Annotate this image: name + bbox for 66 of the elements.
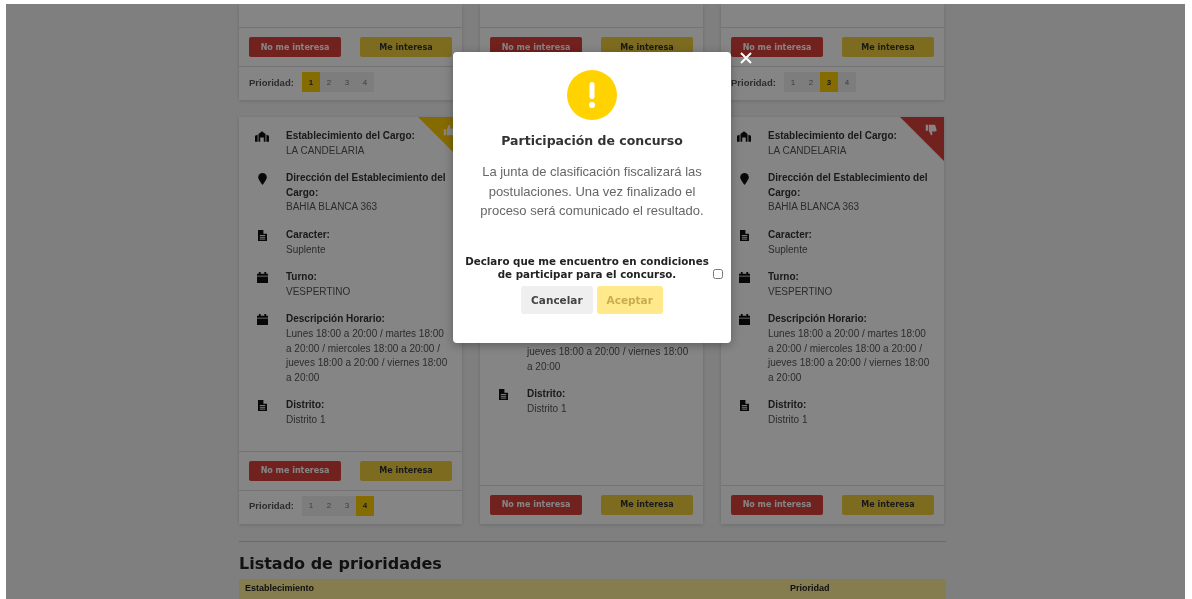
not-interested-button[interactable]: No me interesa [731, 494, 823, 515]
cancel-button[interactable]: Cancelar [521, 285, 593, 314]
field-label: Descripción Horario: [768, 312, 868, 327]
field-value: Distrito 1 [527, 401, 568, 416]
thumbs-down-icon [925, 124, 937, 136]
calendar-icon [738, 272, 750, 284]
field-label: Distrito: [286, 398, 326, 413]
field-value: LA CANDELARIA [768, 143, 848, 158]
field-label: Descripción Horario: [286, 312, 386, 327]
warning-icon [567, 70, 617, 120]
field-value: jueves 18:00 a 20:00 / viernes 18:00 a 20:00 [527, 345, 690, 374]
dialog-message: La junta de clasificación fiscalizará las postulaciones. Una vez finalizado el proceso será comunicado el resultado. [479, 163, 705, 220]
interested-button[interactable]: Me interesa [842, 494, 934, 515]
file-icon [257, 229, 267, 241]
column-header: Prioridad [790, 582, 831, 593]
field-value: Lunes 18:00 a 20:00 / martes 18:00 a 20:00 / miercoles 18:00 a 20:00 / jueves 18:00 a 20:00 / viernes 18:00 a 20:00 [768, 326, 931, 385]
interested-button[interactable]: Me interesa [601, 494, 693, 515]
map-marker-icon [257, 173, 267, 186]
not-interested-button[interactable]: No me interesa [731, 37, 823, 57]
column-header: Establecimiento [245, 582, 315, 593]
field-label: Caracter: [768, 227, 813, 242]
field-value: Distrito 1 [768, 412, 809, 427]
declaration-text: Declaro que me encuentro en condiciones de participar para el concurso. [464, 254, 710, 281]
interested-button[interactable]: Me interesa [842, 37, 934, 57]
dialog-title: Participación de concurso [501, 133, 683, 148]
field-label: Caracter: [286, 227, 331, 242]
field-value: BAHIA BLANCA 363 [286, 200, 379, 215]
priority-label: Prioridad: [249, 76, 294, 88]
map-marker-icon [739, 173, 749, 186]
not-interested-button[interactable]: No me interesa [249, 460, 341, 481]
priority-label: Prioridad: [249, 500, 294, 511]
field-label: Turno: [286, 270, 318, 285]
calendar-icon [256, 272, 268, 284]
interested-button[interactable]: Me interesa [360, 37, 452, 57]
field-value: Suplente [768, 242, 809, 257]
field-label: Distrito: [768, 398, 808, 413]
field-value: Suplente [286, 242, 327, 257]
field-value: LA CANDELARIA [286, 143, 366, 158]
not-interested-button[interactable]: No me interesa [249, 37, 341, 57]
close-icon[interactable] [740, 52, 752, 64]
not-interested-button[interactable]: No me interesa [490, 494, 582, 515]
field-label: Turno: [768, 270, 800, 285]
priority-label: Prioridad: [731, 76, 776, 88]
calendar-icon [256, 314, 268, 326]
file-icon [739, 229, 749, 241]
field-label: Dirección del Establecimiento del Cargo: [768, 171, 929, 200]
section-heading: Listado de prioridades [239, 553, 443, 573]
field-value: BAHIA BLANCA 363 [768, 200, 861, 215]
declaration-checkbox[interactable] [713, 268, 723, 279]
interested-button[interactable]: Me interesa [360, 460, 452, 481]
file-icon [257, 400, 267, 412]
field-value: VESPERTINO [286, 284, 352, 299]
field-label: Dirección del Establecimiento del Cargo: [286, 171, 447, 200]
field-value: VESPERTINO [768, 284, 834, 299]
file-icon [739, 400, 749, 412]
file-icon [498, 389, 508, 401]
field-value: Lunes 18:00 a 20:00 / martes 18:00 a 20:00 / miercoles 18:00 a 20:00 / jueves 18:00 a 20:00 / viernes 18:00 a 20:00 [286, 326, 449, 385]
priority-option[interactable]: 1 [301, 72, 320, 92]
field-label: Establecimiento del Cargo: [768, 129, 898, 143]
building-icon [737, 131, 751, 142]
field-value: Distrito 1 [286, 412, 327, 427]
field-label: Establecimiento del Cargo: [286, 129, 416, 143]
building-icon [255, 131, 269, 142]
priority-option[interactable]: 4 [355, 495, 374, 516]
calendar-icon [738, 314, 750, 326]
field-label: Distrito: [527, 387, 567, 402]
